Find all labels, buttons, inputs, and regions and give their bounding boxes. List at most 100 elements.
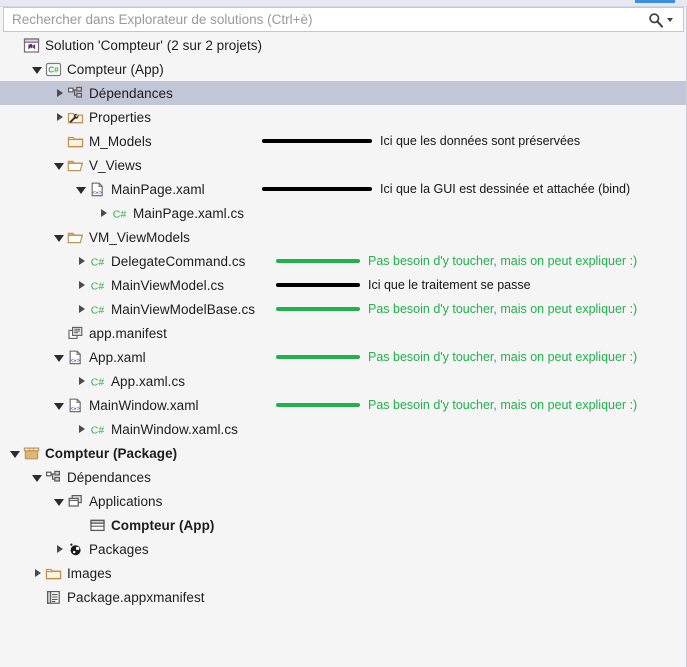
tree-item-label: app.manifest (89, 325, 167, 341)
solution-tree[interactable]: Solution 'Compteur' (2 sur 2 projets) C# C… (0, 33, 686, 667)
annotation-4: Ici que le traitement se passe (276, 273, 531, 297)
tree-item-mainwindow-xaml-cs[interactable]: C# MainWindow.xaml.cs (0, 417, 686, 441)
window-top-strip (0, 0, 687, 7)
tree-item-packages[interactable]: Packages (0, 537, 686, 561)
tree-item-compteur-app[interactable]: Compteur (App) (0, 513, 686, 537)
chevron-right-icon[interactable] (31, 561, 44, 585)
tree-item-label: MainPage.xaml.cs (133, 205, 245, 221)
tree-item-package-appxmanifest[interactable]: Package.appxmanifest (0, 585, 686, 609)
applications-icon (66, 492, 84, 510)
chevron-right-icon[interactable] (75, 273, 88, 297)
annotation-text: Pas besoin d'y toucher, mais on peut exp… (368, 398, 638, 412)
manifest-icon (66, 324, 84, 342)
tree-item-properties[interactable]: Properties (0, 105, 686, 129)
chevron-right-icon[interactable] (75, 417, 88, 441)
tree-item-vm-viewmodels[interactable]: VM_ViewModels (0, 225, 686, 249)
search-input[interactable] (4, 8, 637, 31)
chevron-right-icon[interactable] (75, 369, 88, 393)
annotation-line-black (262, 187, 372, 191)
annotation-line-green (276, 403, 360, 407)
svg-text:<▪>: <▪> (92, 189, 102, 196)
chevron-down-icon[interactable] (75, 177, 88, 201)
tree-item-d-pendances[interactable]: Dépendances (0, 465, 686, 489)
tree-item-solution-compteur-2-sur-2-projets[interactable]: Solution 'Compteur' (2 sur 2 projets) (0, 33, 686, 57)
svg-text:<▪>: <▪> (70, 405, 80, 412)
search-button[interactable] (637, 8, 683, 31)
chevron-down-icon[interactable] (53, 489, 66, 513)
csharp-file-icon: C# (88, 372, 106, 390)
tree-item-images[interactable]: Images (0, 561, 686, 585)
chevron-right-icon[interactable] (53, 537, 66, 561)
tree-item-applications[interactable]: Applications (0, 489, 686, 513)
active-tab-underline (635, 0, 675, 3)
tree-item-label: Package.appxmanifest (67, 589, 205, 605)
tree-item-label: MainWindow.xaml.cs (111, 421, 238, 437)
tree-item-label: Dépendances (67, 469, 151, 485)
svg-text:C#: C# (48, 65, 59, 74)
search-bar[interactable] (3, 7, 684, 32)
tree-item-label: App.xaml (89, 349, 146, 365)
chevron-down-icon[interactable] (31, 465, 44, 489)
chevron-right-icon[interactable] (53, 105, 66, 129)
chevron-right-icon[interactable] (75, 297, 88, 321)
chevron-right-icon[interactable] (75, 249, 88, 273)
svg-text:C#: C# (90, 256, 104, 268)
chevron-down-icon[interactable] (31, 57, 44, 81)
chevron-down-icon[interactable] (53, 225, 66, 249)
tree-item-app-manifest[interactable]: app.manifest (0, 321, 686, 345)
annotation-line-green (276, 307, 360, 311)
tree-item-compteur-app[interactable]: C# Compteur (App) (0, 57, 686, 81)
tree-item-compteur-package[interactable]: Compteur (Package) (0, 441, 686, 465)
annotation-text: Ici que les données sont préservées (380, 134, 581, 148)
folder-icon (66, 132, 84, 150)
annotation-text: Pas besoin d'y toucher, mais on peut exp… (368, 254, 638, 268)
tree-item-d-pendances[interactable]: Dépendances (0, 81, 686, 105)
folder-open-icon (66, 228, 84, 246)
app-window-icon (88, 516, 106, 534)
tree-item-label: Applications (89, 493, 163, 509)
chevron-down-icon[interactable] (9, 441, 22, 465)
xaml-file-icon: <▪> (66, 348, 84, 366)
csharp-file-icon: C# (88, 252, 106, 270)
chevron-right-icon[interactable] (53, 81, 66, 105)
csharp-file-icon: C# (88, 300, 106, 318)
annotation-7: Pas besoin d'y toucher, mais on peut exp… (276, 393, 637, 417)
svg-text:C#: C# (112, 208, 126, 220)
chevron-down-icon[interactable] (53, 345, 66, 369)
dependencies-icon (66, 84, 84, 102)
annotation-5: Pas besoin d'y toucher, mais on peut exp… (276, 297, 637, 321)
annotation-line-green (276, 355, 360, 359)
annotation-line-black (262, 139, 372, 143)
tree-item-label: MainViewModel.cs (111, 277, 225, 293)
appxmanifest-icon (44, 588, 62, 606)
chevron-down-icon[interactable] (53, 153, 66, 177)
annotation-text: Pas besoin d'y toucher, mais on peut exp… (368, 350, 638, 364)
tree-item-app-xaml-cs[interactable]: C# App.xaml.cs (0, 369, 686, 393)
tree-item-mainpage-xaml-cs[interactable]: C# MainPage.xaml.cs (0, 201, 686, 225)
tree-item-label: Properties (89, 109, 152, 125)
annotation-line-green (276, 259, 360, 263)
chevron-right-icon[interactable] (97, 201, 110, 225)
chevron-down-icon[interactable] (53, 393, 66, 417)
tree-item-v-views[interactable]: V_Views (0, 153, 686, 177)
tree-item-label: M_Models (89, 133, 152, 149)
tree-item-label: Compteur (Package) (45, 445, 178, 461)
search-icon (648, 12, 663, 28)
